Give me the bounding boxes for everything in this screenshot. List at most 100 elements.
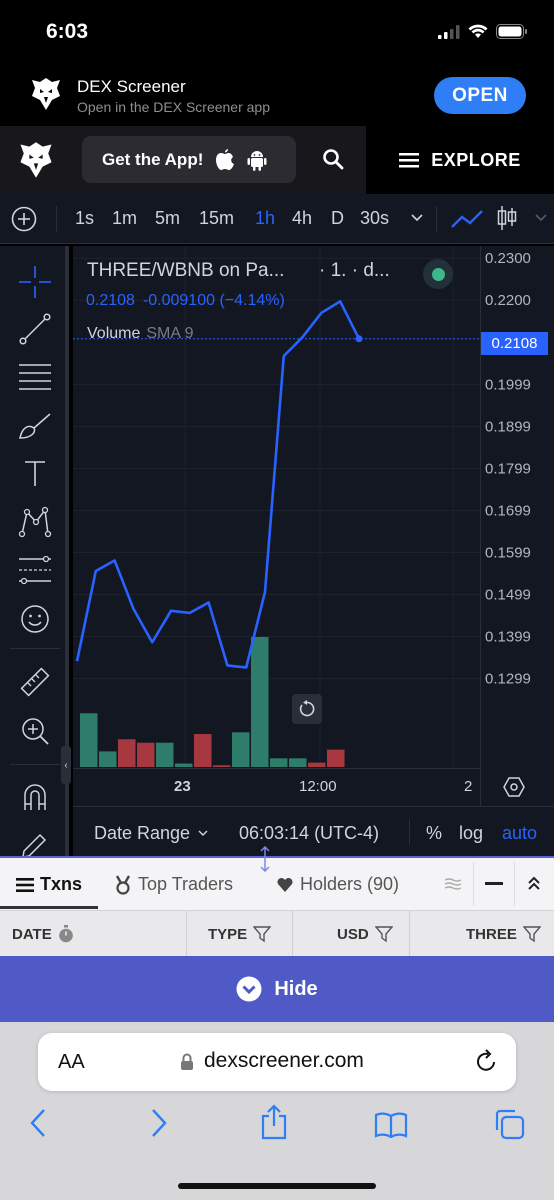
chart-clock[interactable]: 06:03:14 (UTC-4) xyxy=(239,823,379,844)
chevron-down-icon[interactable] xyxy=(411,214,423,222)
auto-toggle[interactable]: auto xyxy=(502,823,537,844)
market-status-indicator[interactable] xyxy=(423,259,453,289)
filter-icon xyxy=(522,926,541,943)
collapse-tools-button[interactable]: ‹ xyxy=(61,746,71,784)
prediction-tool[interactable] xyxy=(17,552,53,588)
explore-button[interactable]: EXPLORE xyxy=(366,126,554,194)
volume-bar xyxy=(327,749,345,767)
toolbar-divider xyxy=(56,206,57,232)
url-text: dexscreener.com xyxy=(204,1049,364,1072)
tabs-divider xyxy=(514,862,515,906)
filter-icon xyxy=(374,926,393,943)
list-icon xyxy=(16,877,34,892)
pencil-lock-icon xyxy=(22,833,47,858)
bookmarks-icon[interactable] xyxy=(374,1112,408,1138)
pattern-tool[interactable] xyxy=(17,504,53,540)
banner-title: DEX Screener xyxy=(77,77,186,96)
emoji-tool[interactable] xyxy=(17,601,53,637)
panel-tabs: Txns Top Traders Holders (90) xyxy=(0,846,554,910)
timeframe-1m[interactable]: 1m xyxy=(112,208,137,229)
col-type[interactable]: TYPE xyxy=(208,925,272,943)
magnet-icon xyxy=(24,784,46,810)
search-icon[interactable] xyxy=(322,148,344,170)
explore-label: EXPLORE xyxy=(431,149,521,170)
address-bar[interactable]: AA dexscreener.com xyxy=(38,1033,516,1091)
volume-bar xyxy=(213,765,231,767)
candlestick-icon[interactable] xyxy=(496,204,518,232)
open-app-button[interactable]: OPEN xyxy=(434,77,526,114)
crosshair-tool[interactable] xyxy=(17,264,53,300)
volume-bar xyxy=(289,758,307,767)
chevron-down-icon[interactable] xyxy=(535,214,547,222)
timeframe-1h[interactable]: 1h xyxy=(255,208,275,229)
percent-toggle[interactable]: % xyxy=(426,823,442,844)
y-tick-label: 0.1499 xyxy=(485,586,531,603)
tab-top-traders[interactable]: Top Traders xyxy=(114,874,233,895)
col-divider xyxy=(409,911,410,957)
status-icons xyxy=(438,24,528,39)
bottom-divider xyxy=(409,819,410,845)
timeframe-5m[interactable]: 5m xyxy=(155,208,180,229)
date-range-button[interactable]: Date Range xyxy=(94,823,208,844)
forecast-icon xyxy=(19,555,51,585)
col-three[interactable]: THREE xyxy=(466,925,541,943)
tab-holders[interactable]: Holders (90) xyxy=(276,874,399,895)
stopwatch-icon xyxy=(58,925,73,943)
reader-aa-button[interactable]: AA xyxy=(58,1051,85,1074)
line-chart-icon[interactable] xyxy=(450,207,484,231)
col-date[interactable]: DATE xyxy=(12,925,74,943)
share-icon[interactable] xyxy=(260,1104,288,1140)
col-usd[interactable]: USD xyxy=(337,925,393,943)
sma-label: SMA 9 xyxy=(146,325,194,342)
y-tick-label: 0.1399 xyxy=(485,628,531,645)
zoom-tool[interactable] xyxy=(17,713,53,749)
chart-settings-icon[interactable] xyxy=(503,776,525,798)
log-toggle[interactable]: log xyxy=(459,823,483,844)
trend-line-tool[interactable] xyxy=(17,311,53,347)
zoom-in-icon xyxy=(22,718,49,745)
volume-bar xyxy=(156,742,174,767)
price-chart[interactable]: 0.2300 0.2200 0.1999 0.1899 0.1799 0.1699 0.15… xyxy=(61,246,554,806)
fib-tool[interactable] xyxy=(17,359,53,395)
get-app-label: Get the App! xyxy=(102,149,204,169)
timeframe-15m[interactable]: 15m xyxy=(199,208,234,229)
liquidity-icon[interactable] xyxy=(444,878,462,890)
back-icon[interactable] xyxy=(29,1108,47,1138)
timeframe-30s[interactable]: 30s xyxy=(360,208,389,229)
volume-bar xyxy=(137,742,155,767)
timeframe-4h[interactable]: 4h xyxy=(292,208,312,229)
tabs-icon[interactable] xyxy=(493,1108,525,1140)
brush-tool[interactable] xyxy=(17,408,53,444)
dex-logo-icon[interactable] xyxy=(18,140,54,180)
volume-bar xyxy=(194,734,212,767)
get-the-app-button[interactable]: Get the App! xyxy=(82,136,296,183)
tabs-divider xyxy=(473,862,474,906)
reset-chart-button[interactable] xyxy=(292,694,322,724)
reload-icon[interactable] xyxy=(476,1049,498,1073)
y-tick-label: 0.2200 xyxy=(485,292,531,309)
hide-panel-button[interactable]: Hide xyxy=(0,956,554,1022)
expand-up-icon[interactable] xyxy=(527,875,541,891)
price-axis-border xyxy=(480,246,481,806)
ruler-tool[interactable] xyxy=(17,664,53,700)
timeframe-d[interactable]: D xyxy=(331,208,344,229)
tab-txns[interactable]: Txns xyxy=(16,874,82,895)
magnet-tool[interactable] xyxy=(17,779,53,815)
timeframe-1s[interactable]: 1s xyxy=(75,208,94,229)
chart-toolbar: 1s 1m 5m 15m 1h 4h D 30s xyxy=(0,194,554,244)
forward-icon[interactable] xyxy=(150,1108,168,1138)
resize-handle-icon[interactable] xyxy=(258,846,272,872)
current-price-tag: 0.2108 xyxy=(481,332,548,355)
dex-logo-icon xyxy=(32,78,60,110)
date-range-label: Date Range xyxy=(94,823,191,843)
volume-bar xyxy=(270,758,288,767)
price-value: 0.2108 xyxy=(86,292,135,309)
minimize-icon[interactable] xyxy=(485,882,503,885)
add-indicator-icon[interactable] xyxy=(11,206,37,232)
y-tick-label: 0.2300 xyxy=(485,250,531,267)
volume-legend[interactable]: Volume SMA 9 xyxy=(87,325,194,343)
text-tool[interactable] xyxy=(17,456,53,492)
crosshair-icon xyxy=(19,266,51,298)
price-change: -0.009100 (−4.14%) xyxy=(142,292,285,309)
hide-label: Hide xyxy=(274,977,318,1000)
